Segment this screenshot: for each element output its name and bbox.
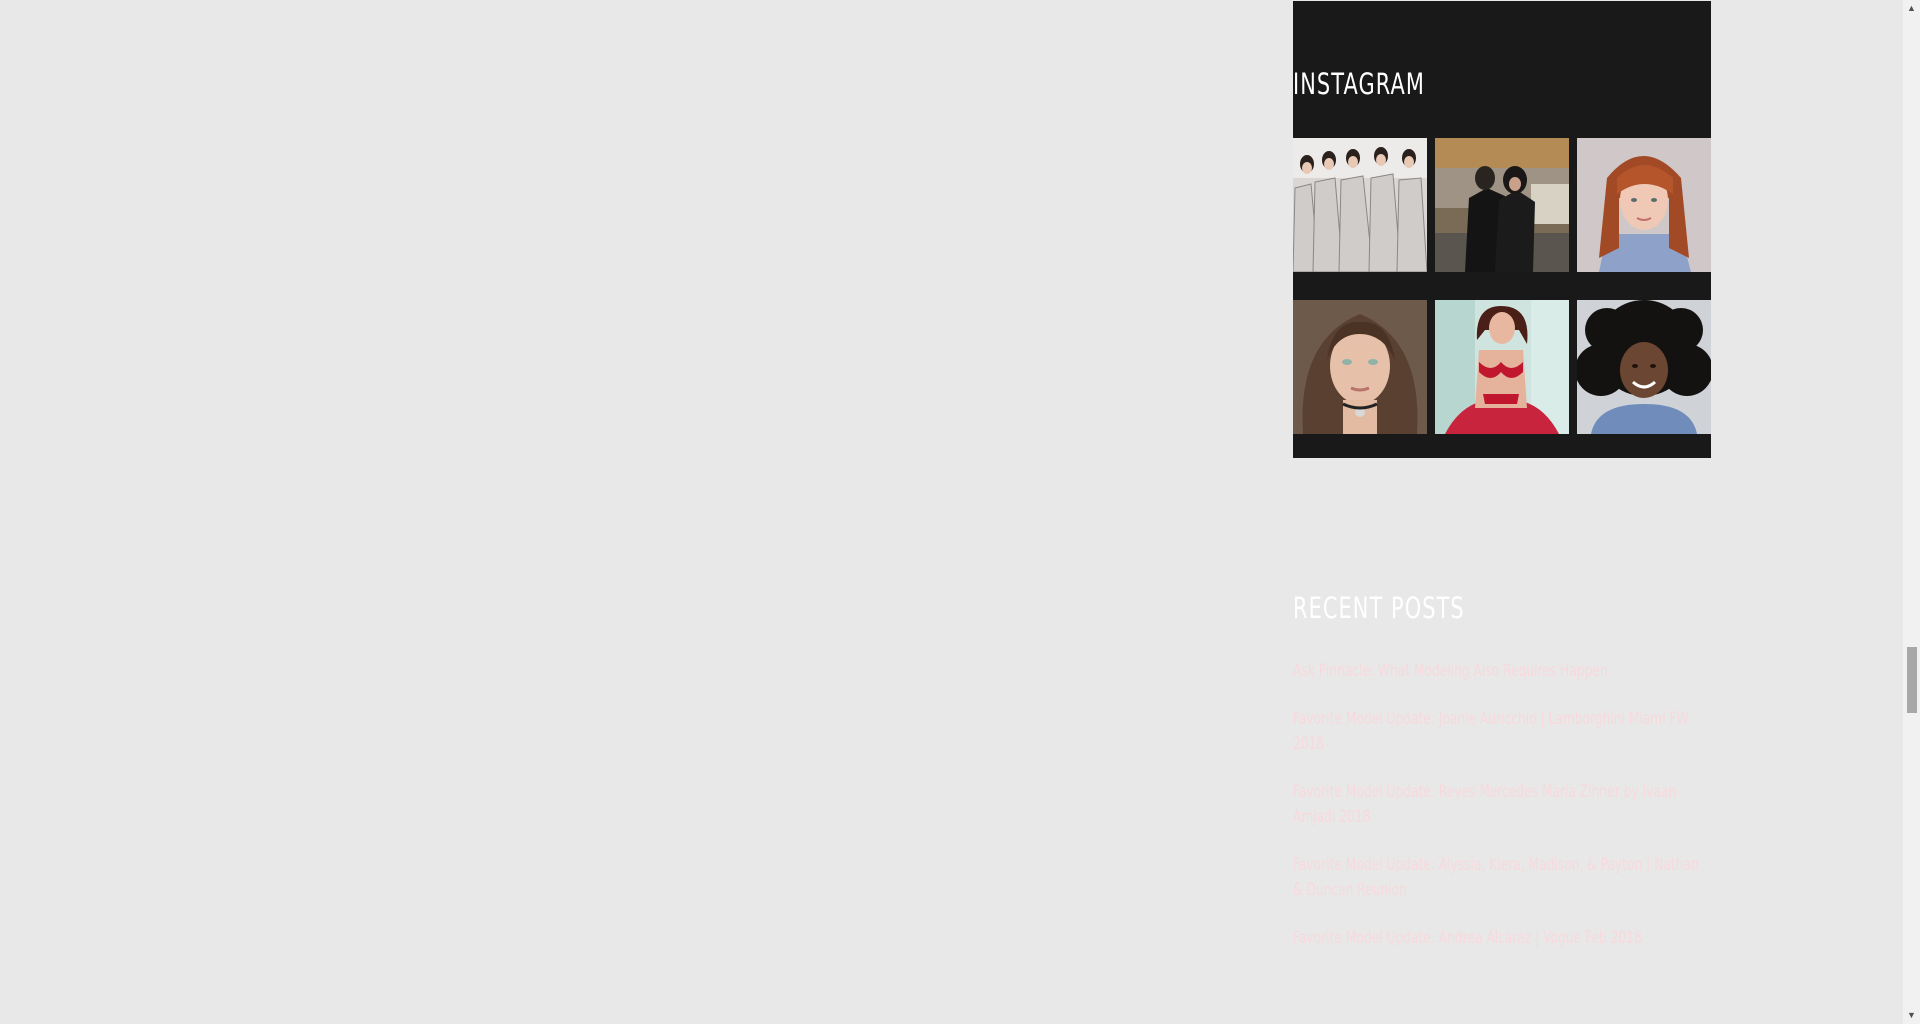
photo-girl-curly-hair-icon [1577, 300, 1711, 434]
photo-girl-green-eyes-icon [1293, 300, 1427, 434]
instagram-photo[interactable] [1435, 138, 1569, 272]
instagram-widget: INSTAGRAM [1293, 1, 1711, 458]
recent-post-link[interactable]: Favorite Model Update: Andrea Alcaraz | … [1293, 926, 1711, 951]
instagram-grid [1293, 138, 1711, 435]
recent-post-link[interactable]: Favorite Model Update: Joanie Auricchio … [1293, 707, 1711, 757]
instagram-photo[interactable] [1577, 300, 1711, 434]
photo-red-haired-girl-icon [1577, 138, 1711, 272]
instagram-photo[interactable] [1435, 300, 1569, 434]
recent-posts-list: Ask Pinnacle: What Modeling Also Require… [1293, 659, 1711, 974]
recent-post-link[interactable]: Ask Pinnacle: What Modeling Also Require… [1293, 659, 1711, 684]
photo-couple-black-outfits-icon [1435, 138, 1569, 272]
instagram-photo[interactable] [1577, 138, 1711, 272]
scroll-down-arrow-icon[interactable]: ▼ [1903, 1007, 1920, 1024]
recent-post-link[interactable]: Favorite Model Update: Reyes Mercedes Ma… [1293, 780, 1711, 830]
scrollbar-thumb[interactable] [1907, 647, 1917, 713]
page-scrollbar[interactable]: ▲ ▼ [1903, 0, 1920, 1024]
instagram-title: INSTAGRAM [1293, 67, 1425, 101]
photo-group-white-dresses-icon [1293, 138, 1427, 272]
instagram-photo[interactable] [1293, 300, 1427, 434]
instagram-photo[interactable] [1293, 138, 1427, 272]
photo-model-red-lingerie-icon [1435, 300, 1569, 434]
recent-posts-title: RECENT POSTS [1293, 591, 1465, 625]
scroll-up-arrow-icon[interactable]: ▲ [1903, 0, 1920, 17]
recent-post-link[interactable]: Favorite Model Update: Alyssia, Kiera, M… [1293, 853, 1711, 903]
